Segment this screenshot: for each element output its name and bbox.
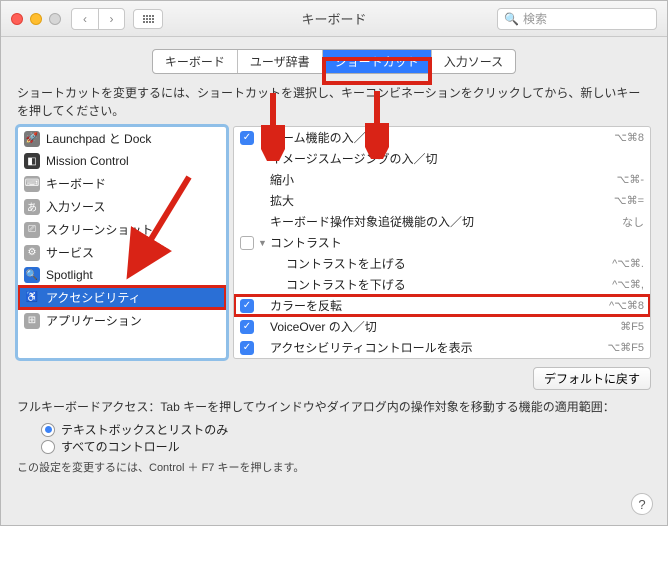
search-field[interactable]: 🔍 検索 [497, 8, 657, 30]
shortcut-label: コントラストを上げる [270, 255, 612, 272]
checkbox[interactable]: ✓ [240, 341, 254, 355]
radio-option[interactable]: すべてのコントロール [41, 438, 651, 455]
shortcut-label: 縮小 [270, 171, 617, 188]
show-all-button[interactable] [133, 9, 163, 29]
instruction-text: ショートカットを変更するには、ショートカットを選択し、キーコンビネーションをクリ… [17, 84, 651, 120]
checkbox[interactable]: ✓ [240, 320, 254, 334]
shortcut-key[interactable]: ⌘F5 [620, 320, 644, 333]
shortcut-label: アクセシビリティコントロールを表示 [270, 339, 607, 356]
forward-button[interactable]: › [98, 9, 124, 29]
shortcut-list[interactable]: ✓ズーム機能の入／切⌥⌘8イメージスムージングの入／切縮小⌥⌘-拡大⌥⌘=キーボ… [233, 126, 651, 359]
shortcut-key[interactable]: ⌥⌘- [617, 173, 644, 186]
shortcut-row[interactable]: ✓ カラーを反転^⌥⌘8 [234, 295, 650, 316]
category-label: アクセシビリティ [46, 289, 141, 306]
disclosure-icon: ▼ [258, 238, 268, 248]
shortcut-label: コントラスト [270, 234, 644, 251]
shortcut-label: コントラストを下げる [270, 276, 612, 293]
tab-3[interactable]: 入力ソース [432, 50, 515, 73]
search-placeholder: 検索 [523, 10, 547, 27]
shortcut-key[interactable]: ^⌥⌘. [612, 257, 644, 270]
category-item[interactable]: ⎚ スクリーンショット [18, 218, 226, 241]
shortcut-row[interactable]: コントラストを上げる^⌥⌘. [234, 253, 650, 274]
shortcut-row[interactable]: ▼コントラスト [234, 232, 650, 253]
shortcut-key[interactable]: ⌥⌘F5 [607, 341, 644, 354]
tab-1[interactable]: ユーザ辞書 [238, 50, 323, 73]
checkbox[interactable]: ✓ [240, 131, 254, 145]
category-item[interactable]: 🔍 Spotlight [18, 264, 226, 286]
category-item[interactable]: ♿ アクセシビリティ [18, 286, 226, 309]
access-icon: ♿ [24, 290, 40, 306]
zoom-icon[interactable] [49, 13, 61, 25]
hint-note: この設定を変更するには、Control ＋ F7 キーを押します。 [17, 459, 651, 475]
shortcut-label: ズーム機能の入／切 [270, 129, 614, 146]
shortcut-row[interactable]: キーボード操作対象追従機能の入／切なし [234, 211, 650, 232]
checkbox[interactable]: ✓ [240, 299, 254, 313]
category-label: Spotlight [46, 268, 93, 282]
shortcut-row[interactable]: イメージスムージングの入／切 [234, 148, 650, 169]
category-item[interactable]: あ入力ソース [18, 195, 226, 218]
window-controls [11, 13, 61, 25]
shortcut-label: イメージスムージングの入／切 [270, 150, 644, 167]
gear-icon: ⚙ [24, 245, 40, 261]
grid-icon [143, 15, 154, 23]
radio-label: すべてのコントロール [61, 438, 180, 455]
shortcut-label: VoiceOver の入／切 [270, 318, 620, 335]
shortcut-row[interactable]: 縮小⌥⌘- [234, 169, 650, 190]
restore-defaults-button[interactable]: デフォルトに戻す [533, 367, 651, 390]
shortcut-row[interactable]: ✓ ズーム機能の入／切⌥⌘8 [234, 127, 650, 148]
category-label: キーボード [46, 175, 106, 192]
full-keyboard-access-label: フルキーボードアクセス：Tab キーを押してウインドウやダイアログ内の操作対象を… [17, 398, 651, 417]
help-button[interactable]: ? [631, 493, 653, 515]
category-item[interactable]: ⊞ アプリケーション [18, 309, 226, 332]
tab-bar: キーボードユーザ辞書ショートカット入力ソース [17, 49, 651, 74]
rocket-icon: 🚀 [24, 131, 40, 147]
category-label: サービス [46, 244, 94, 261]
back-button[interactable]: ‹ [72, 9, 98, 29]
radio-icon [41, 423, 55, 437]
category-label: Launchpad と Dock [46, 130, 151, 147]
shortcut-row[interactable]: ✓ VoiceOver の入／切⌘F5 [234, 316, 650, 337]
category-item[interactable]: ⚙ サービス [18, 241, 226, 264]
checkbox[interactable] [240, 236, 254, 250]
spot-icon: 🔍 [24, 267, 40, 283]
category-label: スクリーンショット [46, 221, 153, 238]
shortcut-row[interactable]: コントラストを下げる^⌥⌘, [234, 274, 650, 295]
radio-option[interactable]: テキストボックスとリストのみ [41, 421, 651, 438]
app-icon: ⊞ [24, 313, 40, 329]
category-item[interactable]: ⌨ キーボード [18, 172, 226, 195]
shortcut-row[interactable]: 拡大⌥⌘= [234, 190, 650, 211]
tab-0[interactable]: キーボード [153, 50, 238, 73]
category-item[interactable]: ◧ Mission Control [18, 150, 226, 172]
close-icon[interactable] [11, 13, 23, 25]
window-title: キーボード [301, 9, 366, 28]
radio-label: テキストボックスとリストのみ [61, 421, 228, 438]
shortcut-key[interactable]: ^⌥⌘8 [609, 299, 644, 312]
category-list[interactable]: 🚀Launchpad と Dock◧Mission Control⌨キーボードあ… [17, 126, 227, 359]
title-bar: ‹ › キーボード 🔍 検索 [1, 1, 667, 37]
shortcut-key[interactable]: ^⌥⌘, [612, 278, 644, 291]
shortcut-label: 拡大 [270, 192, 614, 209]
category-label: アプリケーション [46, 312, 142, 329]
mc-icon: ◧ [24, 153, 40, 169]
tab-2[interactable]: ショートカット [323, 50, 432, 73]
shortcut-label: キーボード操作対象追従機能の入／切 [270, 213, 622, 230]
category-label: 入力ソース [46, 198, 105, 215]
category-item[interactable]: 🚀 Launchpad と Dock [18, 127, 226, 150]
shortcut-key[interactable]: なし [622, 214, 644, 230]
shortcut-label: カラーを反転 [270, 297, 609, 314]
shortcut-key[interactable]: ⌥⌘= [614, 194, 644, 207]
radio-icon [41, 440, 55, 454]
camera-icon: ⎚ [24, 222, 40, 238]
kb-icon: ⌨ [24, 176, 40, 192]
shortcut-row[interactable]: ✓ アクセシビリティコントロールを表示⌥⌘F5 [234, 337, 650, 358]
shortcut-key[interactable]: ⌥⌘8 [614, 131, 644, 144]
minimize-icon[interactable] [30, 13, 42, 25]
input-icon: あ [24, 199, 40, 215]
category-label: Mission Control [46, 154, 129, 168]
nav-buttons: ‹ › [71, 8, 125, 30]
search-icon: 🔍 [504, 12, 519, 26]
